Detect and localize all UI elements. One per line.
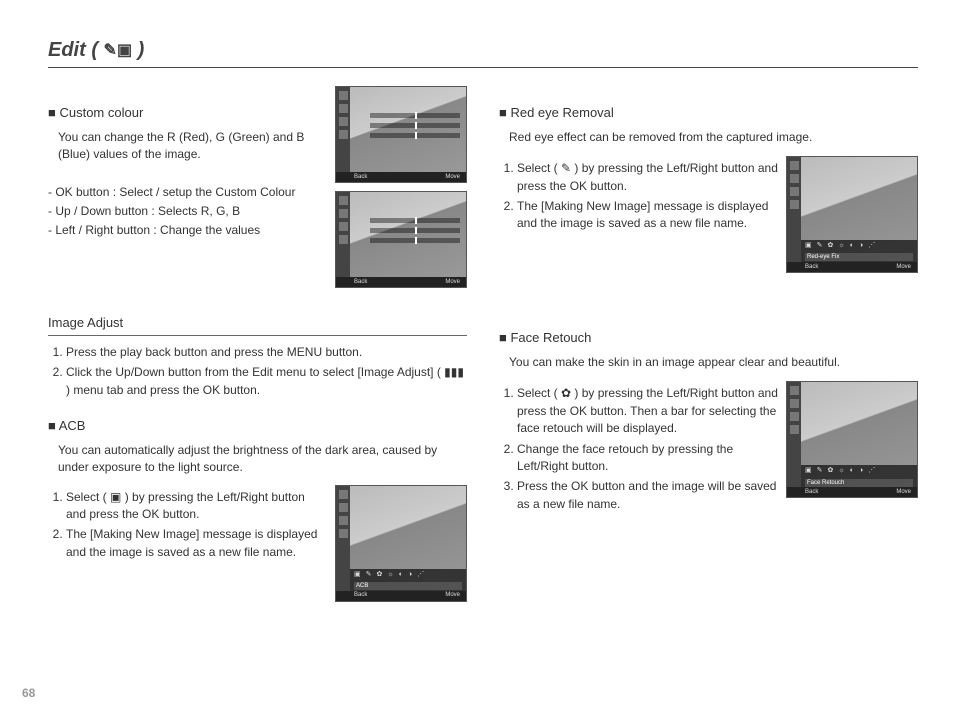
acb-steps: Select ( ▣ ) by pressing the Left/Right …	[48, 489, 327, 562]
custom-colour-line-2: - Up / Down button : Selects R, G, B	[48, 203, 327, 220]
acb-overlay-label: ACB	[354, 582, 462, 590]
acb-thumb: ▣✎✿☼◐◑⋰ ACB BackMove	[335, 485, 467, 602]
custom-colour-line-1: - OK button : Select / setup the Custom …	[48, 184, 327, 201]
face-retouch-thumb: ▣✎✿☼◐◑⋰ Face Retouch BackMove	[786, 381, 918, 498]
custom-colour-line-3: - Left / Right button : Change the value…	[48, 222, 327, 239]
acb-heading: ■ ACB	[48, 417, 467, 436]
redeye-desc: Red eye effect can be removed from the c…	[509, 129, 918, 146]
face-retouch-steps: Select ( ✿ ) by pressing the Left/Right …	[499, 385, 778, 513]
list-item: Press the play back button and press the…	[66, 344, 467, 361]
custom-colour-thumb-2: BackMove	[335, 191, 467, 288]
list-item: Press the OK button and the image will b…	[517, 478, 778, 513]
redeye-heading: ■ Red eye Removal	[499, 104, 918, 123]
edit-icon: ✎▣	[104, 42, 133, 59]
image-adjust-heading: Image Adjust	[48, 314, 467, 336]
page-number: 68	[22, 685, 35, 702]
list-item: Select ( ▣ ) by pressing the Left/Right …	[66, 489, 327, 524]
custom-colour-desc: You can change the R (Red), G (Green) an…	[58, 129, 327, 164]
list-item: Select ( ✎ ) by pressing the Left/Right …	[517, 160, 778, 195]
redeye-steps: Select ( ✎ ) by pressing the Left/Right …	[499, 160, 778, 233]
list-item: Change the face retouch by pressing the …	[517, 441, 778, 476]
title-text-end: )	[132, 39, 144, 61]
custom-colour-thumb-1: BackMove	[335, 86, 467, 183]
acb-desc: You can automatically adjust the brightn…	[58, 442, 467, 477]
list-item: Select ( ✿ ) by pressing the Left/Right …	[517, 385, 778, 437]
custom-colour-heading: ■ Custom colour	[48, 104, 327, 123]
redeye-overlay-label: Red-eye Fix	[805, 253, 913, 261]
face-retouch-heading: ■ Face Retouch	[499, 329, 918, 348]
redeye-thumb: ▣✎✿☼◐◑⋰ Red-eye Fix BackMove	[786, 156, 918, 273]
face-retouch-overlay-label: Face Retouch	[805, 479, 913, 487]
image-adjust-steps: Press the play back button and press the…	[48, 344, 467, 399]
face-retouch-desc: You can make the skin in an image appear…	[509, 354, 918, 371]
list-item: The [Making New Image] message is displa…	[66, 526, 327, 561]
page-title: Edit ( ✎▣ )	[48, 36, 918, 68]
list-item: Click the Up/Down button from the Edit m…	[66, 364, 467, 399]
list-item: The [Making New Image] message is displa…	[517, 198, 778, 233]
title-text-start: Edit (	[48, 39, 104, 61]
